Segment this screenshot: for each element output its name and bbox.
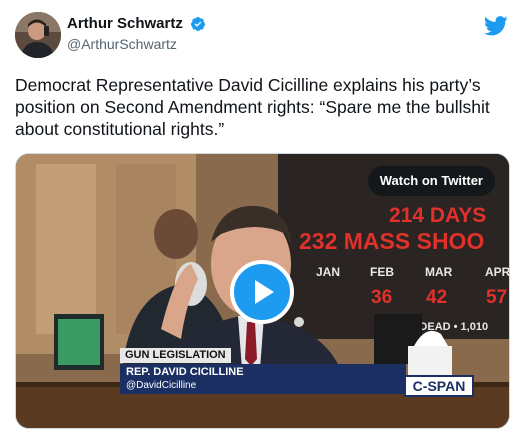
cspan-logo: C-SPAN (404, 375, 474, 397)
play-button[interactable] (230, 260, 294, 324)
board-value-apr: 57 (486, 287, 507, 308)
verified-badge-icon (191, 16, 206, 31)
chyron-name: REP. DAVID CICILLINE (126, 366, 244, 378)
board-month-mar: MAR (425, 265, 453, 279)
play-icon (255, 280, 274, 304)
tweet-header: Arthur Schwartz @ArthurSchwartz (15, 12, 510, 62)
tweet-text: Democrat Representative David Cicilline … (15, 75, 490, 139)
board-month-feb: FEB (370, 265, 394, 279)
twitter-bird-icon[interactable] (484, 16, 508, 36)
avatar[interactable] (15, 12, 61, 58)
video-player[interactable]: 214 DAYS 232 MASS SHOO JAN FEB MAR APR 3… (15, 153, 510, 429)
tweet-card[interactable]: Arthur Schwartz @ArthurSchwartz Democrat… (0, 0, 519, 437)
display-name[interactable]: Arthur Schwartz (67, 15, 183, 32)
watch-on-twitter-button[interactable]: Watch on Twitter (367, 166, 495, 196)
board-value-mar: 42 (426, 287, 447, 308)
chyron: GUN LEGISLATION REP. DAVID CICILLINE @Da… (120, 348, 406, 394)
board-days: 214 DAYS (389, 204, 486, 227)
board-mass-text: 232 MASS SHOO (299, 228, 484, 254)
chyron-name-bar: REP. DAVID CICILLINE @DavidCicilline (120, 364, 406, 394)
board-month-jan: JAN (316, 265, 340, 279)
board-value-feb: 36 (371, 287, 392, 308)
author-handle[interactable]: @ArthurSchwartz (67, 36, 206, 52)
chyron-handle: @DavidCicilline (126, 380, 197, 391)
board-mass: 232 MASS SHOO (299, 228, 484, 254)
board-month-apr: APR (485, 265, 510, 279)
chyron-tag: GUN LEGISLATION (120, 348, 231, 363)
author-names: Arthur Schwartz @ArthurSchwartz (67, 15, 206, 52)
